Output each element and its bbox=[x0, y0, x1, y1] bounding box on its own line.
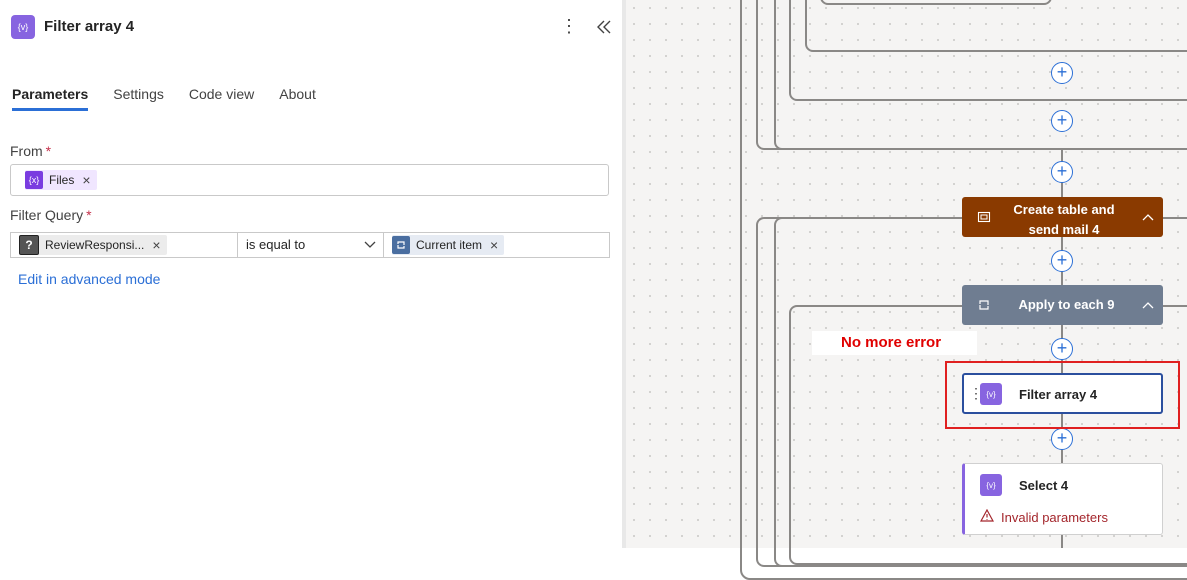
from-input[interactable]: {x} Files × bbox=[10, 164, 609, 196]
node-title: Filter array 4 bbox=[1019, 387, 1098, 402]
filter-left-operand[interactable]: ? ReviewResponsi... × bbox=[11, 233, 236, 257]
tab-settings[interactable]: Settings bbox=[113, 86, 164, 111]
variable-icon: {x} bbox=[25, 171, 43, 189]
remove-token-icon[interactable]: × bbox=[152, 237, 160, 253]
remove-token-icon[interactable]: × bbox=[82, 172, 90, 188]
chevron-up-icon[interactable] bbox=[1142, 213, 1154, 221]
annotation-text: No more error bbox=[812, 331, 977, 355]
node-title: Apply to each 9 bbox=[1018, 297, 1115, 312]
apply-to-each-node[interactable]: Apply to each 9 bbox=[962, 285, 1163, 325]
required-mark: * bbox=[45, 143, 52, 159]
nested-scope-outline bbox=[805, 0, 1187, 52]
select-node[interactable]: {v} Select 4 Invalid parameters bbox=[962, 463, 1163, 535]
add-action-button[interactable]: + bbox=[1051, 428, 1073, 450]
filter-array-icon: {v} bbox=[11, 15, 35, 39]
filter-right-operand[interactable]: Current item × bbox=[384, 233, 609, 257]
chevron-down-icon bbox=[364, 241, 376, 248]
tab-parameters[interactable]: Parameters bbox=[12, 86, 89, 111]
operator-value: is equal to bbox=[246, 237, 306, 252]
scope-icon bbox=[977, 211, 991, 223]
tab-about[interactable]: About bbox=[279, 86, 316, 111]
node-title: Select 4 bbox=[1019, 478, 1069, 493]
add-action-button[interactable]: + bbox=[1051, 161, 1073, 183]
remove-token-icon[interactable]: × bbox=[490, 237, 498, 253]
properties-panel: {v} Filter array 4 ⋮ Parameters Settings… bbox=[0, 0, 622, 548]
required-mark: * bbox=[86, 207, 92, 223]
connector-line bbox=[1061, 535, 1063, 548]
token-label: Files bbox=[49, 173, 75, 187]
add-action-button[interactable]: + bbox=[1051, 62, 1073, 84]
filter-query-row: ? ReviewResponsi... × is equal to Curren… bbox=[10, 232, 610, 258]
add-action-button[interactable]: + bbox=[1051, 110, 1073, 132]
chevron-up-icon[interactable] bbox=[1142, 301, 1154, 309]
filter-query-label: Filter Query * bbox=[10, 207, 92, 223]
loop-icon bbox=[392, 236, 410, 254]
filter-array-icon: {v} bbox=[980, 383, 1002, 405]
from-label: From * bbox=[10, 143, 52, 159]
node-title: Create table and send mail 4 bbox=[1013, 202, 1115, 237]
add-action-button[interactable]: + bbox=[1051, 250, 1073, 272]
panel-tabs: Parameters Settings Code view About bbox=[12, 86, 341, 111]
review-response-token[interactable]: ? ReviewResponsi... × bbox=[19, 235, 167, 255]
collapse-panel-icon[interactable] bbox=[594, 16, 614, 38]
nested-node-outline bbox=[820, 0, 1052, 5]
add-action-button[interactable]: + bbox=[1051, 338, 1073, 360]
current-item-token[interactable]: Current item × bbox=[392, 235, 505, 255]
advanced-mode-link[interactable]: Edit in advanced mode bbox=[18, 271, 160, 287]
more-options-icon[interactable]: ⋮ bbox=[560, 16, 578, 38]
token-label: Current item bbox=[416, 238, 483, 252]
token-label: ReviewResponsi... bbox=[45, 238, 145, 252]
files-token[interactable]: {x} Files × bbox=[25, 170, 97, 190]
operator-dropdown[interactable]: is equal to bbox=[237, 233, 384, 257]
loop-icon bbox=[979, 300, 989, 310]
warning-icon bbox=[980, 509, 994, 522]
error-message: Invalid parameters bbox=[1001, 510, 1108, 525]
question-icon: ? bbox=[19, 235, 39, 255]
tab-code-view[interactable]: Code view bbox=[189, 86, 254, 111]
filter-array-node[interactable]: ⋮ {v} Filter array 4 bbox=[962, 373, 1163, 414]
create-table-node[interactable]: Create table and send mail 4 bbox=[962, 197, 1163, 237]
panel-title: Filter array 4 bbox=[44, 18, 135, 35]
select-icon: {v} bbox=[980, 474, 1002, 496]
